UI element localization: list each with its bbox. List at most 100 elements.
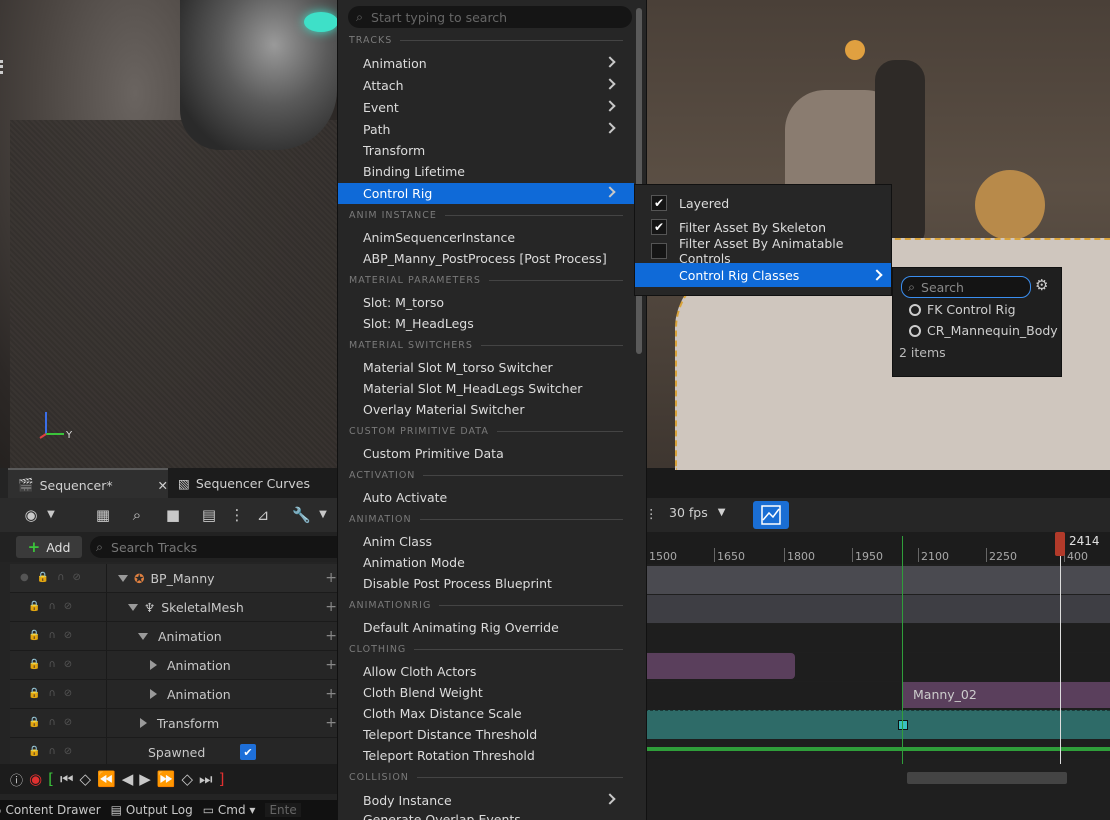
menu-scrollbar[interactable] [636, 8, 642, 354]
menu-item-switcher-headlegs[interactable]: Material Slot M_HeadLegs Switcher [338, 378, 634, 399]
spawned-checkbox[interactable]: ✔ [240, 744, 256, 760]
expand-caret-icon[interactable] [128, 603, 138, 611]
menu-item-body-instance[interactable]: Body Instance [338, 790, 634, 811]
world-icon[interactable]: ◉ [22, 506, 40, 524]
horizontal-scrollbar[interactable] [907, 772, 1067, 784]
menu-item-slot-torso[interactable]: Slot: M_torso [338, 292, 634, 313]
menu-item-cloth-blend-weight[interactable]: Cloth Blend Weight [338, 682, 634, 703]
tab-sequencer-curves[interactable]: ▧ Sequencer Curves [168, 468, 358, 498]
menu-item-teleport-distance[interactable]: Teleport Distance Threshold [338, 724, 634, 745]
track-controls[interactable]: 🔒 ∩ ⊘ [20, 659, 110, 671]
viewport-left[interactable]: Y [0, 0, 338, 468]
filter-controls-checkbox[interactable] [651, 243, 667, 259]
animation-clip[interactable] [645, 653, 795, 679]
track-row-transform[interactable]: 🔒 ∩ ⊘ Transform + [10, 709, 337, 738]
tab-sequencer[interactable]: 🎬 Sequencer* ✕ [8, 468, 178, 500]
more-options-icon[interactable]: ⋮ [228, 506, 246, 524]
play-reverse-icon[interactable]: ◀ [122, 770, 134, 788]
track-row-animation-sub2[interactable]: 🔒 ∩ ⊘ Animation + [10, 680, 337, 709]
clapperboard-icon[interactable]: ▤ [200, 506, 218, 524]
layered-checkbox[interactable]: ✔ [651, 195, 667, 211]
menu-search-input[interactable]: ⌕ Start typing to search [348, 6, 632, 28]
content-drawer-button[interactable]: 5 Content Drawer [0, 803, 101, 817]
jump-to-end-icon[interactable]: ⏭ [199, 770, 213, 788]
playhead-handle[interactable] [1055, 532, 1065, 556]
add-subtrack-icon[interactable]: + [325, 570, 337, 586]
add-subtrack-icon[interactable]: + [325, 715, 337, 731]
submenu-item-filter-controls[interactable]: Filter Asset By Animatable Controls [635, 236, 891, 266]
close-tab-icon[interactable]: ✕ [158, 478, 168, 493]
cmd-dropdown[interactable]: ▭ Cmd ▾ [203, 803, 256, 817]
track-row-spawned[interactable]: 🔒 ∩ ⊘ Spawned ✔ [10, 738, 337, 767]
menu-item-overlay-switcher[interactable]: Overlay Material Switcher [338, 399, 634, 420]
prev-key-icon[interactable]: ◇ [79, 770, 91, 788]
menu-item-allow-cloth-actors[interactable]: Allow Cloth Actors [338, 661, 634, 682]
expand-caret-icon[interactable] [150, 689, 157, 699]
menu-item-default-rig-override[interactable]: Default Animating Rig Override [338, 617, 634, 638]
add-subtrack-icon[interactable]: + [325, 657, 337, 673]
menu-item-event[interactable]: Event [338, 97, 634, 118]
chevron-down-icon[interactable]: ▼ [314, 506, 332, 524]
play-icon[interactable]: ▶ [139, 770, 151, 788]
chevron-down-icon[interactable]: ▼ [42, 506, 60, 524]
track-row-bp-manny[interactable]: ● 🔒 ∩ ⊘ ✪ BP_Manny + [10, 564, 337, 593]
menu-item-animation-mode[interactable]: Animation Mode [338, 552, 634, 573]
menu-item-switcher-torso[interactable]: Material Slot M_torso Switcher [338, 357, 634, 378]
track-controls[interactable]: ● 🔒 ∩ ⊘ [20, 572, 110, 584]
viewport-left-handle[interactable] [0, 60, 7, 74]
menu-item-animation[interactable]: Animation [338, 53, 634, 74]
browse-asset-icon[interactable]: ⌕ [128, 506, 146, 524]
add-subtrack-icon[interactable]: + [325, 599, 337, 615]
output-log-button[interactable]: ▤ Output Log [111, 803, 193, 817]
menu-item-anim-class[interactable]: Anim Class [338, 531, 634, 552]
menu-item-anim-sequencer-instance[interactable]: AnimSequencerInstance [338, 227, 634, 248]
menu-item-transform[interactable]: Transform [338, 140, 634, 161]
track-controls[interactable]: 🔒 ∩ ⊘ [20, 746, 110, 758]
step-back-icon[interactable]: ⏪ [97, 770, 116, 788]
filter-skeleton-checkbox[interactable]: ✔ [651, 219, 667, 235]
animation-clip-manny[interactable]: Manny_02 [903, 682, 1110, 708]
class-item-fk-control-rig[interactable]: FK Control Rig [909, 302, 1016, 317]
submenu-item-control-rig-classes[interactable]: Control Rig Classes [635, 263, 891, 287]
menu-item-cloth-max-distance[interactable]: Cloth Max Distance Scale [338, 703, 634, 724]
menu-item-control-rig[interactable]: Control Rig [338, 183, 634, 204]
menu-item-custom-primitive-data[interactable]: Custom Primitive Data [338, 443, 634, 464]
console-input[interactable]: Ente [265, 803, 301, 817]
fps-dropdown[interactable]: 30 fps ▼ [669, 505, 725, 520]
track-controls[interactable]: 🔒 ∩ ⊘ [20, 688, 110, 700]
track-row-animation-sub1[interactable]: 🔒 ∩ ⊘ Animation + [10, 651, 337, 680]
snap-toggle-button[interactable] [753, 501, 789, 529]
set-start-icon[interactable]: [ [48, 770, 54, 788]
set-end-icon[interactable]: ] [219, 770, 225, 788]
next-key-icon[interactable]: ◇ [182, 770, 194, 788]
expand-caret-icon[interactable] [150, 660, 157, 670]
time-ruler[interactable]: 1500 1650 1800 1950 2100 2250 400 2414 [645, 532, 1110, 564]
menu-item-generate-overlap[interactable]: Generate Overlap Events [338, 810, 634, 820]
submenu-item-layered[interactable]: ✔ Layered [635, 191, 891, 215]
expand-caret-icon[interactable] [138, 632, 148, 640]
menu-item-binding-lifetime[interactable]: Binding Lifetime [338, 161, 634, 182]
menu-item-slot-headlegs[interactable]: Slot: M_HeadLegs [338, 313, 634, 334]
track-row-animation[interactable]: 🔒 ∩ ⊘ Animation + [10, 622, 337, 651]
add-track-button[interactable]: + Add [16, 536, 82, 558]
classes-search-input[interactable]: ⌕ Search [901, 276, 1031, 298]
track-controls[interactable]: 🔒 ∩ ⊘ [20, 601, 110, 613]
add-subtrack-icon[interactable]: + [325, 686, 337, 702]
keyframe[interactable] [898, 720, 908, 730]
camera-icon[interactable]: ■ [164, 506, 182, 524]
settings-gear-icon[interactable]: ⚙ [1035, 276, 1048, 294]
menu-item-path[interactable]: Path [338, 119, 634, 140]
step-forward-icon[interactable]: ⏩ [157, 770, 176, 788]
record-button[interactable]: ◉ [29, 770, 42, 788]
track-controls[interactable]: 🔒 ∩ ⊘ [20, 630, 110, 642]
add-subtrack-icon[interactable]: + [325, 628, 337, 644]
render-settings-icon[interactable]: ▦ [94, 506, 112, 524]
menu-item-auto-activate[interactable]: Auto Activate [338, 487, 634, 508]
track-row-skeletal-mesh[interactable]: 🔒 ∩ ⊘ ♆ SkeletalMesh + [10, 593, 337, 622]
expand-caret-icon[interactable] [118, 574, 128, 582]
class-item-cr-mannequin-body[interactable]: CR_Mannequin_Body [909, 323, 1058, 338]
wrench-icon[interactable]: 🔧 [292, 506, 311, 524]
expand-caret-icon[interactable] [140, 718, 147, 728]
menu-item-abp-manny[interactable]: ABP_Manny_PostProcess [Post Process] [338, 248, 634, 269]
menu-item-attach[interactable]: Attach [338, 75, 634, 96]
